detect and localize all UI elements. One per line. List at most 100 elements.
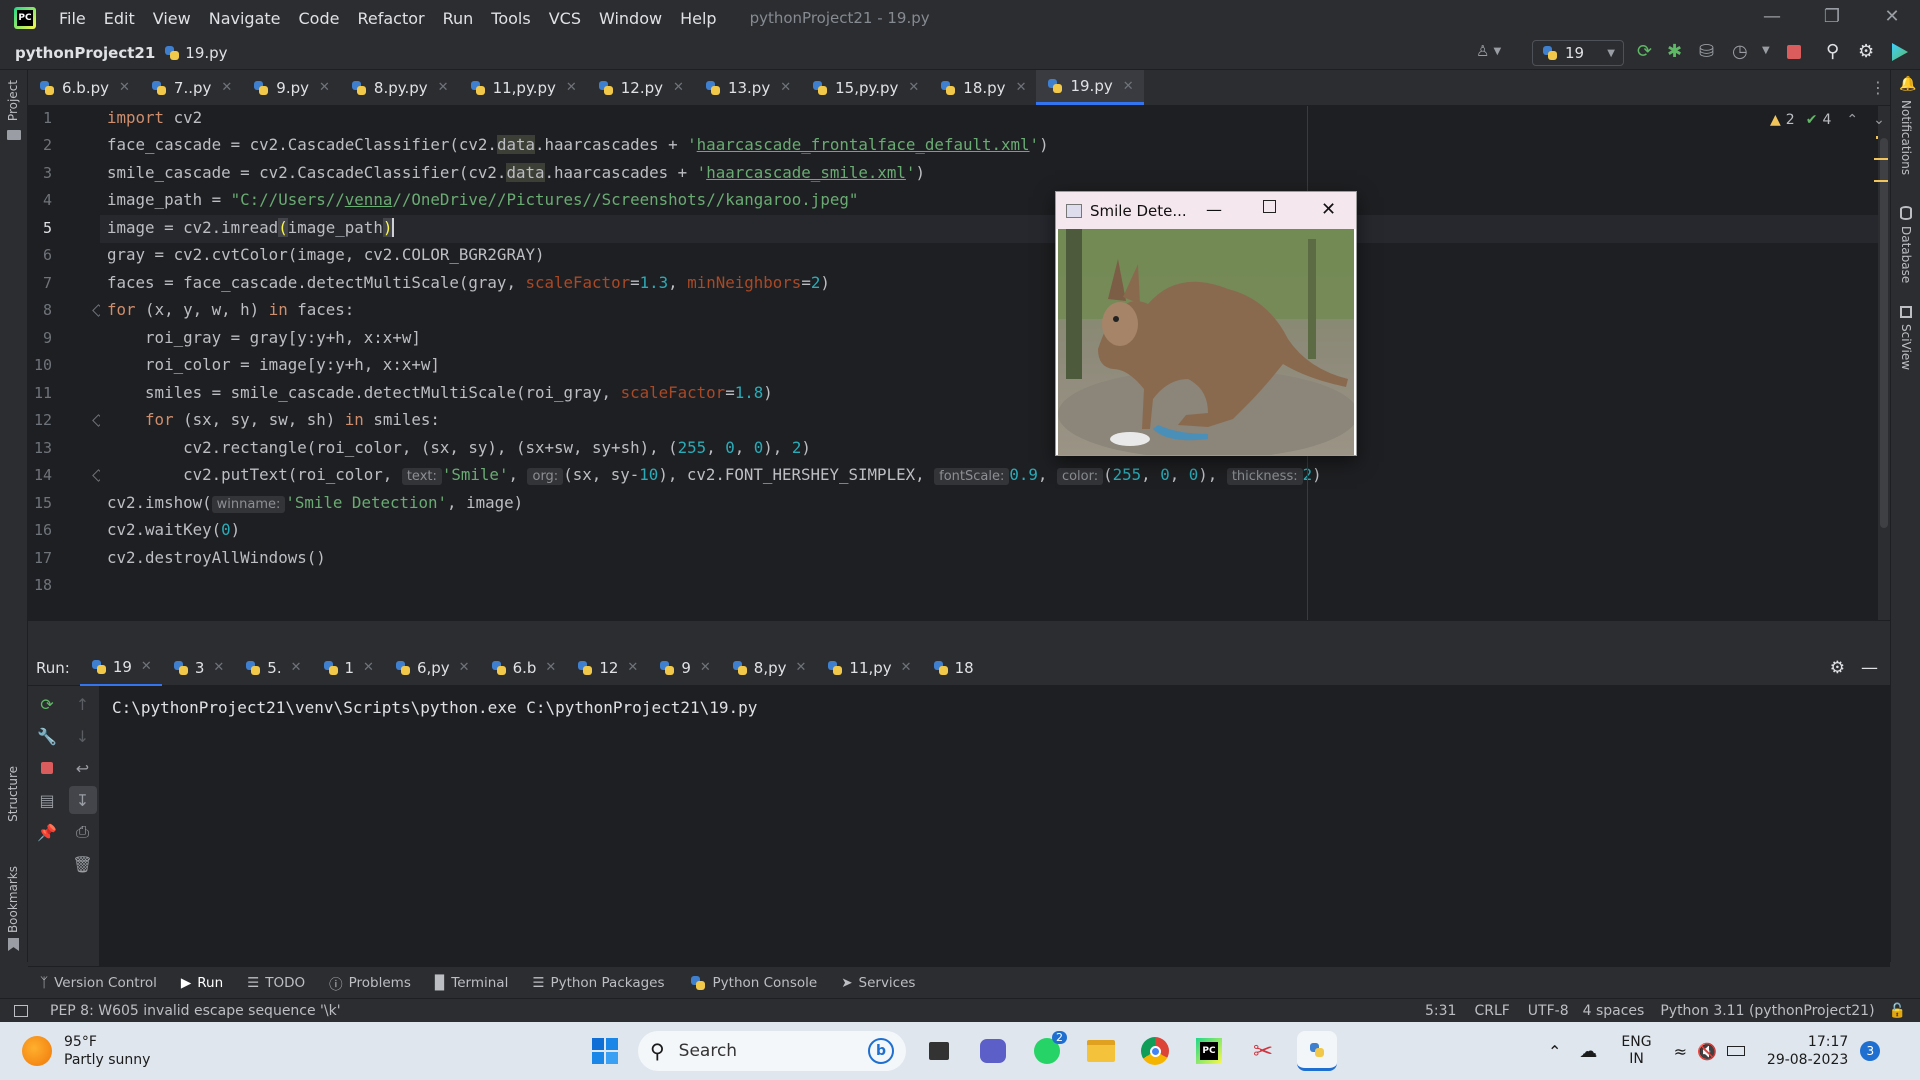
soft-wrap-icon[interactable]: ↩ (69, 754, 97, 782)
warning-stripe[interactable] (1876, 136, 1878, 139)
run-tab-19[interactable]: 19 ✕ (79, 650, 162, 686)
tab-15[interactable]: 15,py.py ✕ (801, 70, 929, 105)
close-tab-icon[interactable]: ✕ (908, 80, 919, 95)
interpreter[interactable]: Python 3.11 (pythonProject21) (1660, 1003, 1874, 1019)
settings-gear-icon[interactable]: ⚙ (1858, 41, 1874, 62)
run-tab-11py[interactable]: 11,py ✕ (816, 659, 921, 677)
show-hidden-icons-chevron-icon[interactable]: ⌃ (1548, 1042, 1561, 1061)
more-run-icon[interactable]: ▼ (1762, 45, 1770, 56)
menu-code[interactable]: Code (290, 9, 349, 28)
warning-marker[interactable] (1874, 180, 1888, 182)
menu-view[interactable]: View (144, 9, 200, 28)
language-indicator[interactable]: ENG IN (1621, 1034, 1651, 1068)
close-tab-icon[interactable]: ✕ (291, 660, 302, 675)
print-icon[interactable]: ⎙ (69, 818, 97, 846)
panel-toggle-icon[interactable] (14, 1004, 28, 1017)
inspection-widget[interactable]: ▲ 2 ✔ 4 ⌃ ⌄ (1770, 112, 1885, 128)
tab-18[interactable]: 18.py ✕ (929, 70, 1036, 105)
jetbrains-ai-icon[interactable] (1892, 43, 1908, 61)
run-tab-3[interactable]: 3 ✕ (162, 659, 234, 677)
pycharm-logo-icon[interactable]: PC (14, 7, 36, 29)
battery-icon[interactable] (1726, 1046, 1745, 1056)
whatsapp-icon[interactable]: 2 (1027, 1031, 1067, 1071)
caret-position[interactable]: 5:31 (1425, 1003, 1456, 1019)
tab-9[interactable]: 9.py ✕ (242, 70, 340, 105)
close-tab-icon[interactable]: ✕ (119, 80, 130, 95)
close-tab-icon[interactable]: ✕ (459, 660, 470, 675)
popup-maximize-button[interactable] (1263, 200, 1276, 213)
tab-11[interactable]: 11,py.py ✕ (459, 70, 587, 105)
panel-splitter[interactable] (28, 620, 1890, 650)
close-tab-icon[interactable]: ✕ (141, 659, 152, 674)
notifications-tool-button[interactable]: Notifications (1899, 100, 1913, 175)
menu-navigate[interactable]: Navigate (200, 9, 290, 28)
editor-scrollbar[interactable] (1880, 138, 1888, 528)
close-tab-icon[interactable]: ✕ (780, 80, 791, 95)
warning-marker[interactable] (1874, 158, 1888, 160)
close-tab-icon[interactable]: ✕ (901, 660, 912, 675)
run-tab-5[interactable]: 5. ✕ (234, 659, 311, 677)
close-tab-icon[interactable]: ✕ (1016, 80, 1027, 95)
breadcrumb-project[interactable]: pythonProject21 (15, 44, 155, 62)
menu-edit[interactable]: Edit (95, 9, 144, 28)
file-encoding[interactable]: UTF-8 (1528, 1003, 1569, 1019)
close-tab-icon[interactable]: ✕ (363, 660, 374, 675)
run-settings-gear-icon[interactable]: ⚙ (1830, 658, 1845, 678)
coverage-icon[interactable]: ⛁ (1699, 41, 1714, 62)
run-tab-1[interactable]: 1 ✕ (312, 659, 384, 677)
close-tab-icon[interactable]: ✕ (213, 660, 224, 675)
scroll-to-end-icon[interactable]: ↧ (68, 786, 97, 814)
tab-terminal[interactable]: ▉ Terminal (423, 975, 520, 991)
sciview-tool-button[interactable]: SciView (1899, 324, 1913, 370)
volume-muted-icon[interactable]: 🔇 (1697, 1042, 1717, 1061)
python-window-taskbar-icon[interactable] (1297, 1031, 1337, 1071)
run-tab-6py[interactable]: 6,py ✕ (384, 659, 480, 677)
tab-run[interactable]: ▶ Run (169, 975, 235, 991)
run-tab-6b[interactable]: 6.b ✕ (480, 659, 567, 677)
pin-icon[interactable]: 📌 (33, 818, 61, 846)
close-tab-icon[interactable]: ✕ (796, 660, 807, 675)
onedrive-cloud-icon[interactable]: ☁ (1579, 1041, 1597, 1062)
close-tab-icon[interactable]: ✕ (673, 80, 684, 95)
windows-start-icon[interactable] (585, 1031, 625, 1071)
chrome-icon[interactable] (1135, 1031, 1175, 1071)
menu-file[interactable]: File (50, 9, 95, 28)
close-tab-icon[interactable]: ✕ (627, 660, 638, 675)
snipping-tool-icon[interactable]: ✂ (1243, 1031, 1283, 1071)
bookmarks-tool-button[interactable]: Bookmarks (6, 866, 20, 933)
menu-run[interactable]: Run (434, 9, 483, 28)
file-explorer-icon[interactable] (1081, 1031, 1121, 1071)
menu-vcs[interactable]: VCS (540, 9, 590, 28)
close-tab-icon[interactable]: ✕ (1123, 79, 1134, 94)
code-editor[interactable]: import cv2 face_cascade = cv2.CascadeCla… (100, 106, 1885, 620)
weather-widget[interactable]: 95°F Partly sunny (22, 1033, 150, 1069)
breadcrumb-file[interactable]: 19.py (185, 44, 227, 62)
pycharm-taskbar-icon[interactable]: PC (1189, 1031, 1229, 1071)
run-tab-9[interactable]: 9 ✕ (648, 659, 720, 677)
arrow-up-icon[interactable]: ↑ (69, 690, 97, 718)
user-menu[interactable]: ♙ ▼ (1476, 42, 1501, 60)
popup-title-bar[interactable]: Smile Dete... — ✕ (1056, 192, 1356, 229)
lock-icon[interactable]: 🔓 (1889, 1003, 1906, 1019)
menu-help[interactable]: Help (671, 9, 725, 28)
close-tab-icon[interactable]: ✕ (319, 80, 330, 95)
close-tab-icon[interactable]: ✕ (566, 80, 577, 95)
search-icon[interactable]: ⚲ (1826, 41, 1839, 62)
tab-problems[interactable]: ⓘ Problems (317, 973, 423, 993)
hide-panel-icon[interactable]: — (1861, 658, 1878, 678)
tab-8[interactable]: 8.py.py ✕ (340, 70, 459, 105)
tab-todo[interactable]: ☰ TODO (235, 975, 317, 991)
close-tab-icon[interactable]: ✕ (438, 80, 449, 95)
tab-python-console[interactable]: Python Console (677, 974, 830, 992)
profile-icon[interactable]: ◷ (1732, 41, 1748, 62)
indent-setting[interactable]: 4 spaces (1583, 1003, 1645, 1019)
restore-button[interactable]: ❐ (1802, 0, 1862, 32)
stop-icon[interactable] (1787, 45, 1801, 59)
run-config-selector[interactable]: 19 ▼ (1532, 40, 1624, 66)
edit-config-wrench-icon[interactable]: 🔧 (33, 722, 61, 750)
tab-7[interactable]: 7..py ✕ (140, 70, 242, 105)
notifications-bell-icon[interactable]: 🔔 (1899, 76, 1916, 92)
tab-12[interactable]: 12.py ✕ (587, 70, 694, 105)
run-console-output[interactable]: C:\pythonProject21\venv\Scripts\python.e… (100, 686, 1890, 966)
close-tab-icon[interactable]: ✕ (545, 660, 556, 675)
